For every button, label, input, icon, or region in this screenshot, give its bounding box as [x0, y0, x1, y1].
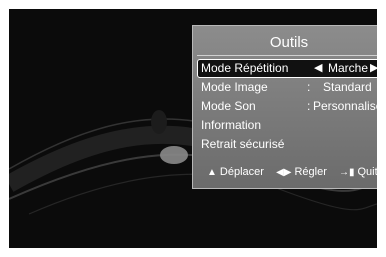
menu-item-label: Retrait sécurisé [201, 137, 285, 151]
menu-item-picture-mode[interactable]: Mode Image : Standard [197, 78, 377, 97]
menu-item-label: Information [201, 118, 262, 132]
menu-item-label: Mode Image [201, 80, 268, 94]
menu-item-separator: : [307, 99, 311, 113]
menu-item-value: Marche [328, 61, 369, 75]
menu-item-sound-mode[interactable]: Mode Son : Personnalisé [197, 97, 377, 116]
title-divider [197, 55, 377, 56]
menu-item-separator: : [307, 80, 311, 94]
menu-item-information[interactable]: Information [197, 116, 377, 135]
adjust-hint: Régler [294, 166, 327, 179]
menu-footer-hints: ▲︎Déplacer ◀▶Régler →▮Quitter [207, 166, 377, 178]
move-hint: Déplacer [219, 166, 264, 179]
tools-menu-panel: Outils Mode Répétition ◀ Marche ▶ Mode I… [192, 25, 377, 189]
menu-item-value: Personnalisé [313, 99, 377, 113]
exit-icon: →▮ [338, 166, 355, 178]
quit-hint: Quitter [357, 166, 378, 179]
left-right-arrows-icon: ◀▶ [276, 166, 292, 178]
menu-title: Outils [269, 34, 309, 51]
tools-menu-list: Mode Répétition ◀ Marche ▶ Mode Image : … [197, 59, 377, 154]
up-down-arrows-icon: ▲︎ [207, 166, 217, 178]
menu-item-value: Standard [323, 80, 372, 94]
tv-screen: Outils Mode Répétition ◀ Marche ▶ Mode I… [9, 9, 377, 248]
arrow-right-icon[interactable]: ▶ [370, 60, 377, 76]
arrow-left-icon[interactable]: ◀ [314, 60, 322, 76]
menu-item-label: Mode Répétition [201, 61, 289, 75]
menu-item-repeat-mode[interactable]: Mode Répétition ◀ Marche ▶ [197, 59, 377, 78]
menu-item-safe-remove[interactable]: Retrait sécurisé [197, 135, 377, 154]
menu-item-label: Mode Son [201, 99, 256, 113]
